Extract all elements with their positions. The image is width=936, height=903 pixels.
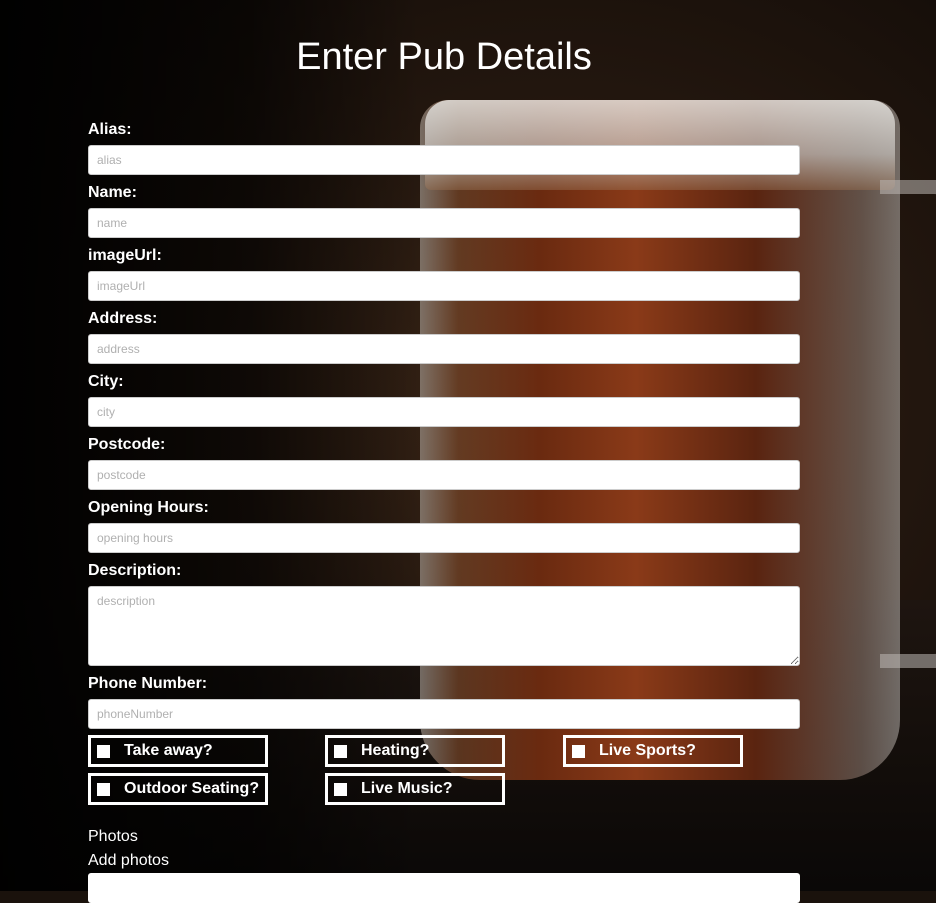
add-photos-label: Add photos (88, 852, 169, 869)
image-url-input[interactable] (88, 271, 800, 301)
live-sports-checkbox[interactable]: Live Sports? (563, 735, 743, 767)
opening-hours-label: Opening Hours: (88, 499, 209, 516)
takeaway-label: Take away? (124, 742, 213, 759)
name-input[interactable] (88, 208, 800, 238)
heating-label: Heating? (361, 742, 430, 759)
phone-number-label: Phone Number: (88, 675, 208, 692)
photos-heading: Photos (88, 828, 138, 845)
live-music-label: Live Music? (361, 780, 453, 797)
live-sports-label: Live Sports? (599, 742, 696, 759)
city-label: City: (88, 373, 124, 390)
checkbox-box[interactable] (97, 744, 110, 758)
checkbox-box[interactable] (334, 782, 347, 796)
live-music-checkbox[interactable]: Live Music? (325, 773, 505, 805)
photo-upload-field[interactable] (88, 873, 800, 903)
heating-checkbox[interactable]: Heating? (325, 735, 505, 767)
outdoor-seating-label: Outdoor Seating? (124, 780, 260, 797)
image-url-label: imageUrl: (88, 247, 162, 264)
phone-number-input[interactable] (88, 699, 800, 729)
description-textarea[interactable] (88, 586, 800, 666)
description-label: Description: (88, 562, 182, 579)
name-label: Name: (88, 184, 137, 201)
city-input[interactable] (88, 397, 800, 427)
postcode-label: Postcode: (88, 436, 166, 453)
alias-input[interactable] (88, 145, 800, 175)
pub-form: Enter Pub Details Alias: Name: imageUrl:… (0, 0, 936, 903)
checkbox-box[interactable] (334, 744, 347, 758)
alias-label: Alias: (88, 121, 132, 138)
takeaway-checkbox[interactable]: Take away? (88, 735, 268, 767)
postcode-input[interactable] (88, 460, 800, 490)
outdoor-seating-checkbox[interactable]: Outdoor Seating? (88, 773, 268, 805)
checkbox-box[interactable] (97, 782, 110, 796)
page-title: Enter Pub Details (296, 36, 592, 78)
checkbox-box[interactable] (572, 744, 585, 758)
address-input[interactable] (88, 334, 800, 364)
address-label: Address: (88, 310, 158, 327)
opening-hours-input[interactable] (88, 523, 800, 553)
